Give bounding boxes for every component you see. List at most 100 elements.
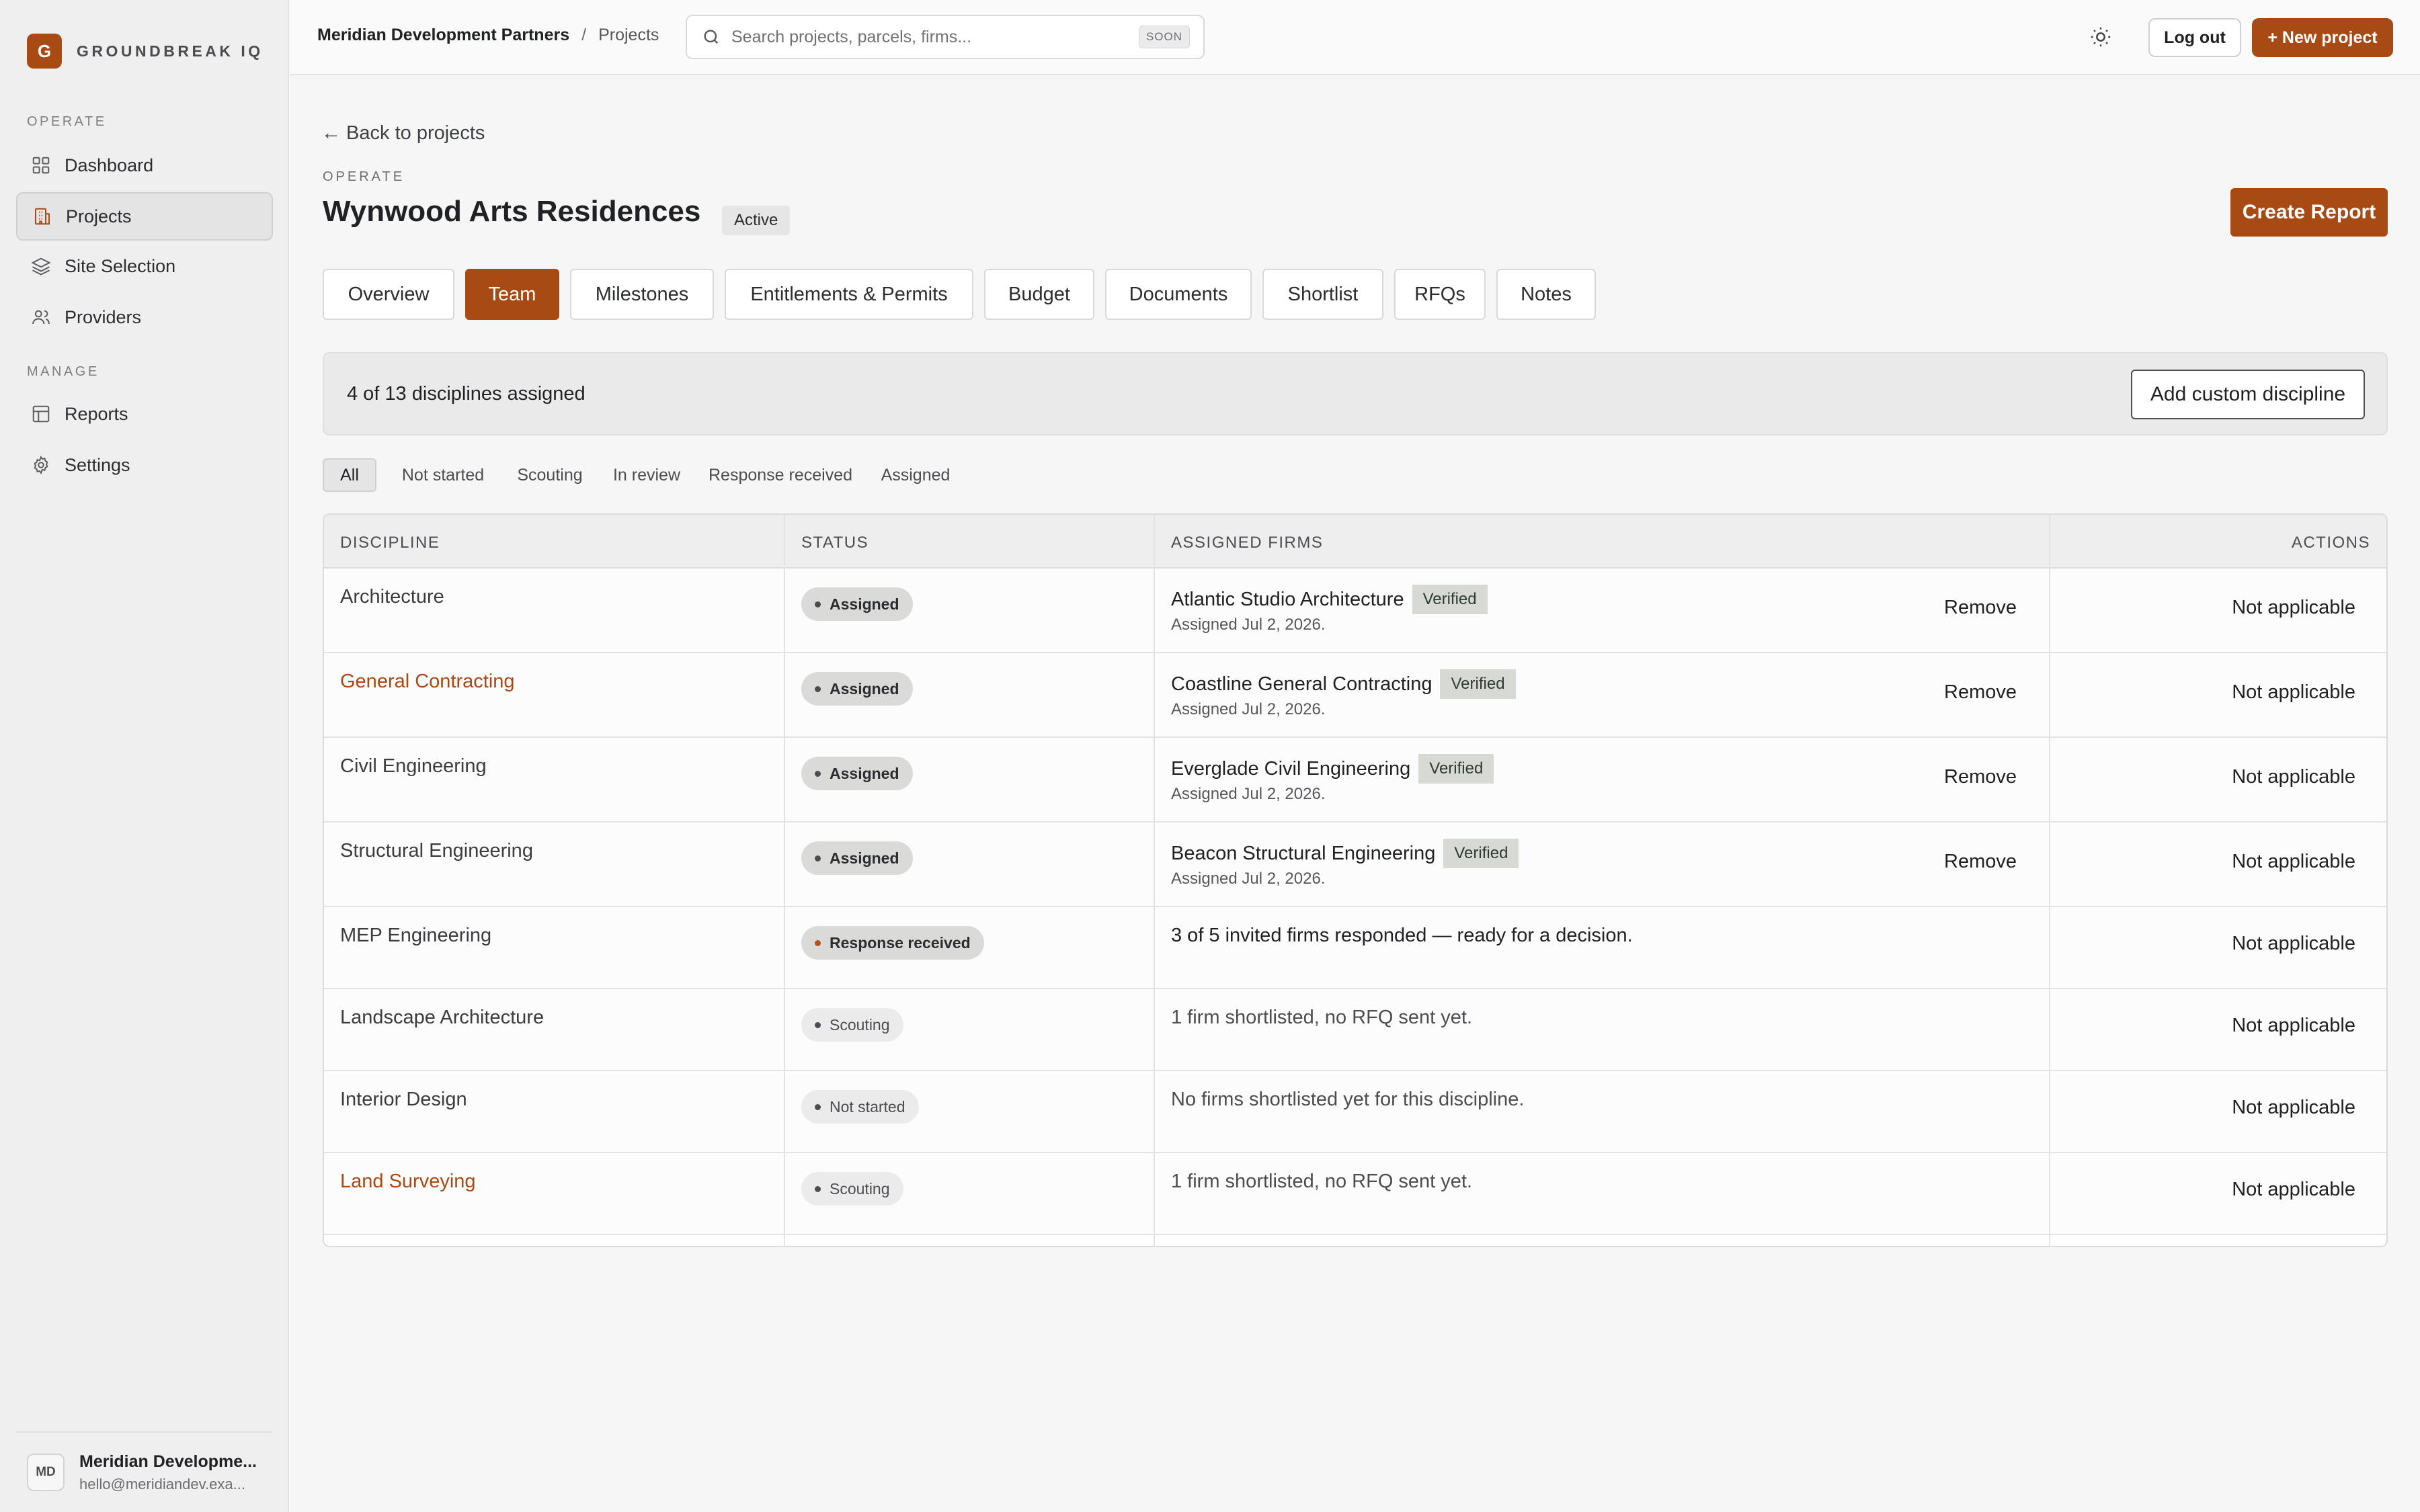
status-pill: Not started	[801, 1090, 919, 1124]
remove-button[interactable]: Remove	[1944, 597, 2017, 619]
filter-all[interactable]: All	[323, 458, 376, 492]
sidebar: G GROUNDBREAK IQ OPERATE Dashboard Proje…	[0, 0, 289, 1512]
user-email: hello@meridiandev.exa...	[79, 1475, 245, 1493]
discipline-note: 3 of 5 invited firms responded — ready f…	[1171, 925, 1633, 946]
brand-logo: G	[27, 34, 62, 69]
sidebar-item-label: Projects	[66, 206, 132, 226]
filter-response-received[interactable]: Response received	[703, 458, 858, 492]
back-link[interactable]: ← Back to projects	[321, 122, 485, 144]
discipline-name: MEP Engineering	[340, 925, 492, 946]
add-custom-discipline-button[interactable]: Add custom discipline	[2131, 370, 2365, 419]
sidebar-item-label: Reports	[65, 403, 128, 424]
tab-team[interactable]: Team	[465, 269, 559, 320]
table-row: Architecture Assigned Atlantic Studio Ar…	[324, 569, 2386, 653]
status-pill: Assigned	[801, 757, 913, 790]
tab-budget[interactable]: Budget	[984, 269, 1094, 320]
remove-button[interactable]: Remove	[1944, 766, 2017, 788]
status-badge: Active	[722, 206, 791, 235]
discipline-link[interactable]: General Contracting	[340, 671, 515, 693]
discipline-name: Structural Engineering	[340, 840, 533, 862]
column-divider	[1154, 515, 1155, 1246]
disciplines-table: DISCIPLINE STATUS ASSIGNED FIRMS ACTIONS…	[323, 513, 2388, 1247]
brand[interactable]: G GROUNDBREAK IQ	[27, 34, 264, 69]
column-divider	[2049, 515, 2050, 1246]
page-title: Wynwood Arts Residences	[323, 195, 701, 228]
column-header-assigned-firms: ASSIGNED FIRMS	[1171, 534, 1324, 552]
action-text: Not applicable	[2232, 933, 2355, 954]
discipline-note: 1 firm shortlisted, no RFQ sent yet.	[1171, 1171, 1473, 1192]
tab-shortlist[interactable]: Shortlist	[1262, 269, 1383, 320]
tab-milestones[interactable]: Milestones	[570, 269, 714, 320]
action-text: Not applicable	[2232, 597, 2355, 618]
action-text: Not applicable	[2232, 1015, 2355, 1036]
discipline-note: No firms shortlisted yet for this discip…	[1171, 1089, 1525, 1110]
assigned-firm: Coastline General Contracting Verified	[1171, 669, 1516, 699]
tab-rfqs[interactable]: RFQs	[1394, 269, 1486, 320]
remove-button[interactable]: Remove	[1944, 681, 2017, 704]
new-project-button[interactable]: + New project	[2252, 18, 2393, 57]
tab-overview[interactable]: Overview	[323, 269, 454, 320]
sidebar-item-label: Site Selection	[65, 255, 176, 276]
sidebar-item-site-selection[interactable]: Site Selection	[16, 242, 273, 290]
assigned-date: Assigned Jul 2, 2026.	[1171, 870, 1326, 888]
nav-section-operate: OPERATE	[27, 114, 107, 129]
topbar: Meridian Development Partners / Projects…	[290, 0, 2420, 75]
action-text: Not applicable	[2232, 1179, 2355, 1200]
sidebar-item-label: Dashboard	[65, 155, 154, 175]
user-account[interactable]: MD Meridian Developme... hello@meridiand…	[16, 1431, 273, 1512]
remove-button[interactable]: Remove	[1944, 851, 2017, 873]
layers-icon	[31, 257, 51, 276]
firm-name[interactable]: Atlantic Studio Architecture	[1171, 589, 1404, 611]
search-input[interactable]	[731, 27, 1148, 47]
status-pill: Scouting	[801, 1008, 903, 1042]
sidebar-item-projects[interactable]: Projects	[16, 192, 273, 241]
status-pill: Assigned	[801, 672, 913, 706]
tab-entitlements-permits[interactable]: Entitlements & Permits	[725, 269, 973, 320]
logout-button[interactable]: Log out	[2148, 18, 2241, 57]
action-text: Not applicable	[2232, 1097, 2355, 1118]
sidebar-item-settings[interactable]: Settings	[16, 441, 273, 489]
action-text: Not applicable	[2232, 766, 2355, 788]
user-name: Meridian Developme...	[79, 1452, 257, 1471]
summary-text: 4 of 13 disciplines assigned	[347, 383, 586, 405]
firm-name[interactable]: Beacon Structural Engineering	[1171, 843, 1435, 865]
action-text: Not applicable	[2232, 851, 2355, 872]
verified-badge: Verified	[1418, 754, 1494, 784]
discipline-name: Landscape Architecture	[340, 1007, 544, 1028]
column-header-actions: ACTIONS	[2291, 534, 2370, 552]
table-row: Interior Design Not started No firms sho…	[324, 1071, 2386, 1153]
search-box[interactable]: SOON	[686, 15, 1205, 59]
sidebar-item-dashboard[interactable]: Dashboard	[16, 141, 273, 190]
firm-name[interactable]: Everglade Civil Engineering	[1171, 758, 1410, 780]
discipline-note: 1 firm shortlisted, no RFQ sent yet.	[1171, 1007, 1473, 1028]
discipline-name: Civil Engineering	[340, 755, 487, 777]
breadcrumb-org[interactable]: Meridian Development Partners	[317, 26, 569, 45]
search-icon	[704, 30, 719, 44]
status-pill: Assigned	[801, 841, 913, 875]
sidebar-item-providers[interactable]: Providers	[16, 293, 273, 341]
breadcrumb-separator: /	[581, 26, 587, 44]
filter-assigned[interactable]: Assigned	[874, 458, 957, 492]
gear-icon	[34, 455, 48, 475]
discipline-link[interactable]: Land Surveying	[340, 1171, 476, 1193]
brand-name: GROUNDBREAK IQ	[77, 42, 264, 60]
verified-badge: Verified	[1440, 669, 1516, 699]
assigned-firm: Atlantic Studio Architecture Verified	[1171, 585, 1488, 614]
tab-documents[interactable]: Documents	[1105, 269, 1252, 320]
breadcrumb-page[interactable]: Projects	[598, 26, 659, 45]
sidebar-item-reports[interactable]: Reports	[16, 390, 273, 438]
status-pill: Scouting	[801, 1172, 903, 1206]
table-row: Structural Engineering Assigned Beacon S…	[324, 823, 2386, 907]
sun-icon[interactable]	[2089, 26, 2112, 48]
table-row: Land Surveying Scouting 1 firm shortlist…	[324, 1153, 2386, 1235]
filter-scouting[interactable]: Scouting	[510, 458, 590, 492]
create-report-button[interactable]: Create Report	[2230, 188, 2388, 237]
filter-not-started[interactable]: Not started	[393, 458, 493, 492]
firm-name[interactable]: Coastline General Contracting	[1171, 673, 1432, 696]
filter-in-review[interactable]: In review	[606, 458, 687, 492]
table-row: MEP Engineering Response received 3 of 5…	[324, 907, 2386, 989]
assigned-date: Assigned Jul 2, 2026.	[1171, 700, 1326, 718]
tab-notes[interactable]: Notes	[1496, 269, 1596, 320]
table-row: Landscape Architecture Scouting 1 firm s…	[324, 989, 2386, 1071]
table-icon	[32, 405, 50, 423]
